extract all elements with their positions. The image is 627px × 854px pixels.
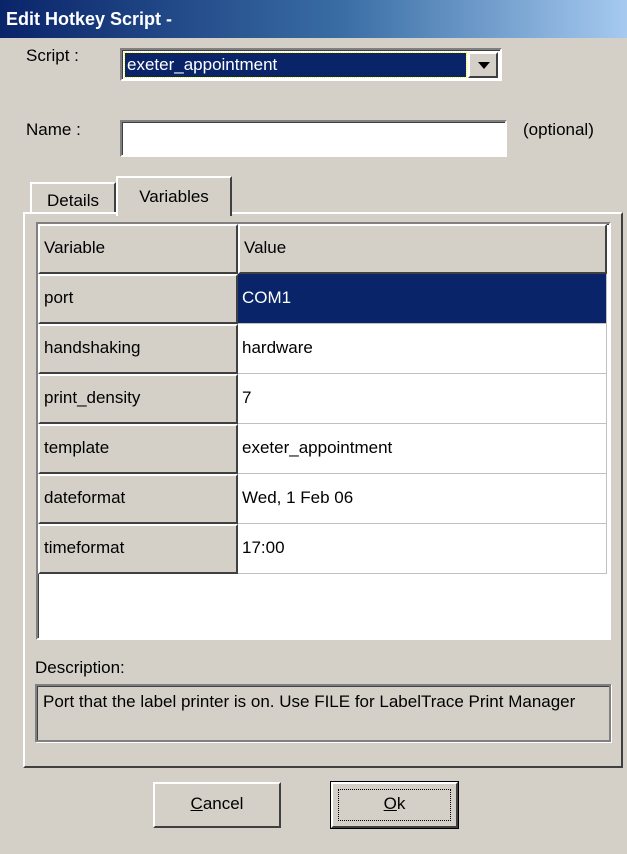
description-label: Description: bbox=[35, 658, 125, 677]
variable-name-cell[interactable]: handshaking bbox=[38, 324, 238, 374]
variable-value-cell[interactable]: 17:00 bbox=[238, 524, 607, 574]
variable-value-cell[interactable]: exeter_appointment bbox=[238, 424, 607, 474]
table-row[interactable]: port COM1 bbox=[38, 274, 609, 324]
window-title-bar[interactable]: Edit Hotkey Script - bbox=[0, 0, 627, 38]
optional-label: (optional) bbox=[523, 120, 594, 139]
variable-value-cell[interactable]: 7 bbox=[238, 374, 607, 424]
variable-name-cell[interactable]: timeformat bbox=[38, 524, 238, 574]
column-header-variable[interactable]: Variable bbox=[38, 224, 238, 274]
name-label: Name : bbox=[26, 120, 81, 139]
table-row[interactable]: dateformat Wed, 1 Feb 06 bbox=[38, 474, 609, 524]
variable-value-cell[interactable]: Wed, 1 Feb 06 bbox=[238, 474, 607, 524]
window-title: Edit Hotkey Script - bbox=[6, 9, 173, 29]
variable-name-cell[interactable]: dateformat bbox=[38, 474, 238, 524]
description-box: Port that the label printer is on. Use F… bbox=[35, 684, 611, 742]
tab-details[interactable]: Details bbox=[30, 182, 116, 216]
script-combobox[interactable]: exeter_appointment bbox=[120, 48, 502, 81]
focus-rect bbox=[338, 789, 451, 821]
grid-header-row: Variable Value bbox=[38, 224, 609, 274]
script-selected-value: exeter_appointment bbox=[124, 52, 467, 78]
variable-value-cell[interactable]: hardware bbox=[238, 324, 607, 374]
variable-value-cell[interactable]: COM1 bbox=[238, 274, 607, 324]
variable-name-cell[interactable]: template bbox=[38, 424, 238, 474]
name-field[interactable] bbox=[120, 120, 507, 157]
column-header-value[interactable]: Value bbox=[238, 224, 607, 274]
tab-variables[interactable]: Variables bbox=[116, 176, 232, 216]
table-row[interactable]: print_density 7 bbox=[38, 374, 609, 424]
script-label: Script : bbox=[26, 46, 79, 65]
table-row[interactable]: handshaking hardware bbox=[38, 324, 609, 374]
table-row[interactable]: template exeter_appointment bbox=[38, 424, 609, 474]
variable-name-cell[interactable]: print_density bbox=[38, 374, 238, 424]
table-row[interactable]: timeformat 17:00 bbox=[38, 524, 609, 574]
chevron-down-icon[interactable] bbox=[468, 52, 498, 78]
description-text: Port that the label printer is on. Use F… bbox=[43, 692, 576, 711]
ok-button[interactable]: Ok bbox=[330, 781, 459, 829]
cancel-button[interactable]: Cancel bbox=[153, 782, 281, 828]
variable-name-cell[interactable]: port bbox=[38, 274, 238, 324]
variables-grid[interactable]: Variable Value port COM1 handshaking har… bbox=[36, 222, 611, 640]
